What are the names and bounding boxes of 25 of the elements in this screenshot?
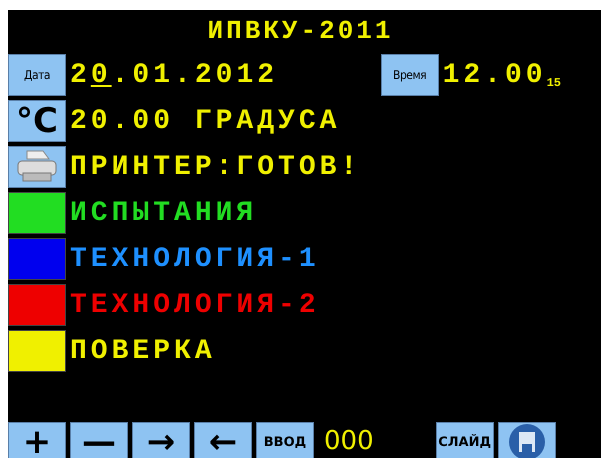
mode-label: ПОВЕРКА xyxy=(70,336,216,366)
key-button[interactable]: + xyxy=(8,422,66,458)
mode-swatch[interactable] xyxy=(8,330,66,372)
key-button[interactable]: ← xyxy=(194,422,252,458)
temperature-value: 20.00 ГРАДУСА xyxy=(70,106,340,136)
mode-label: ИСПЫТАНИЯ xyxy=(70,198,258,228)
mode-swatch[interactable] xyxy=(8,284,66,326)
key-button[interactable]: — xyxy=(70,422,128,458)
printer-button[interactable] xyxy=(8,146,66,188)
mode-label: ТЕХНОЛОГИЯ-1 xyxy=(70,244,320,274)
mode-swatch[interactable] xyxy=(8,192,66,234)
counter-value: 000 xyxy=(323,425,375,458)
key-button[interactable]: СЛАЙД xyxy=(436,422,494,458)
printer-status: ПРИНТЕР:ГОТОВ! xyxy=(70,152,362,182)
time-value: 12.00$_{15}$ xyxy=(442,60,561,90)
temperature-unit-button[interactable]: °C xyxy=(8,100,66,142)
key-button[interactable]: → xyxy=(132,422,190,458)
date-value: 2 0.01.2012 xyxy=(70,60,278,90)
date-button[interactable]: Дата xyxy=(8,54,66,96)
key-button[interactable]: ВВОД xyxy=(256,422,314,458)
mode-swatch[interactable] xyxy=(8,238,66,280)
mode-label: ТЕХНОЛОГИЯ-2 xyxy=(70,290,320,320)
device-title: ИПВКУ-2011 xyxy=(207,15,394,48)
time-button[interactable]: Время xyxy=(380,54,439,96)
save-button[interactable] xyxy=(498,422,556,458)
